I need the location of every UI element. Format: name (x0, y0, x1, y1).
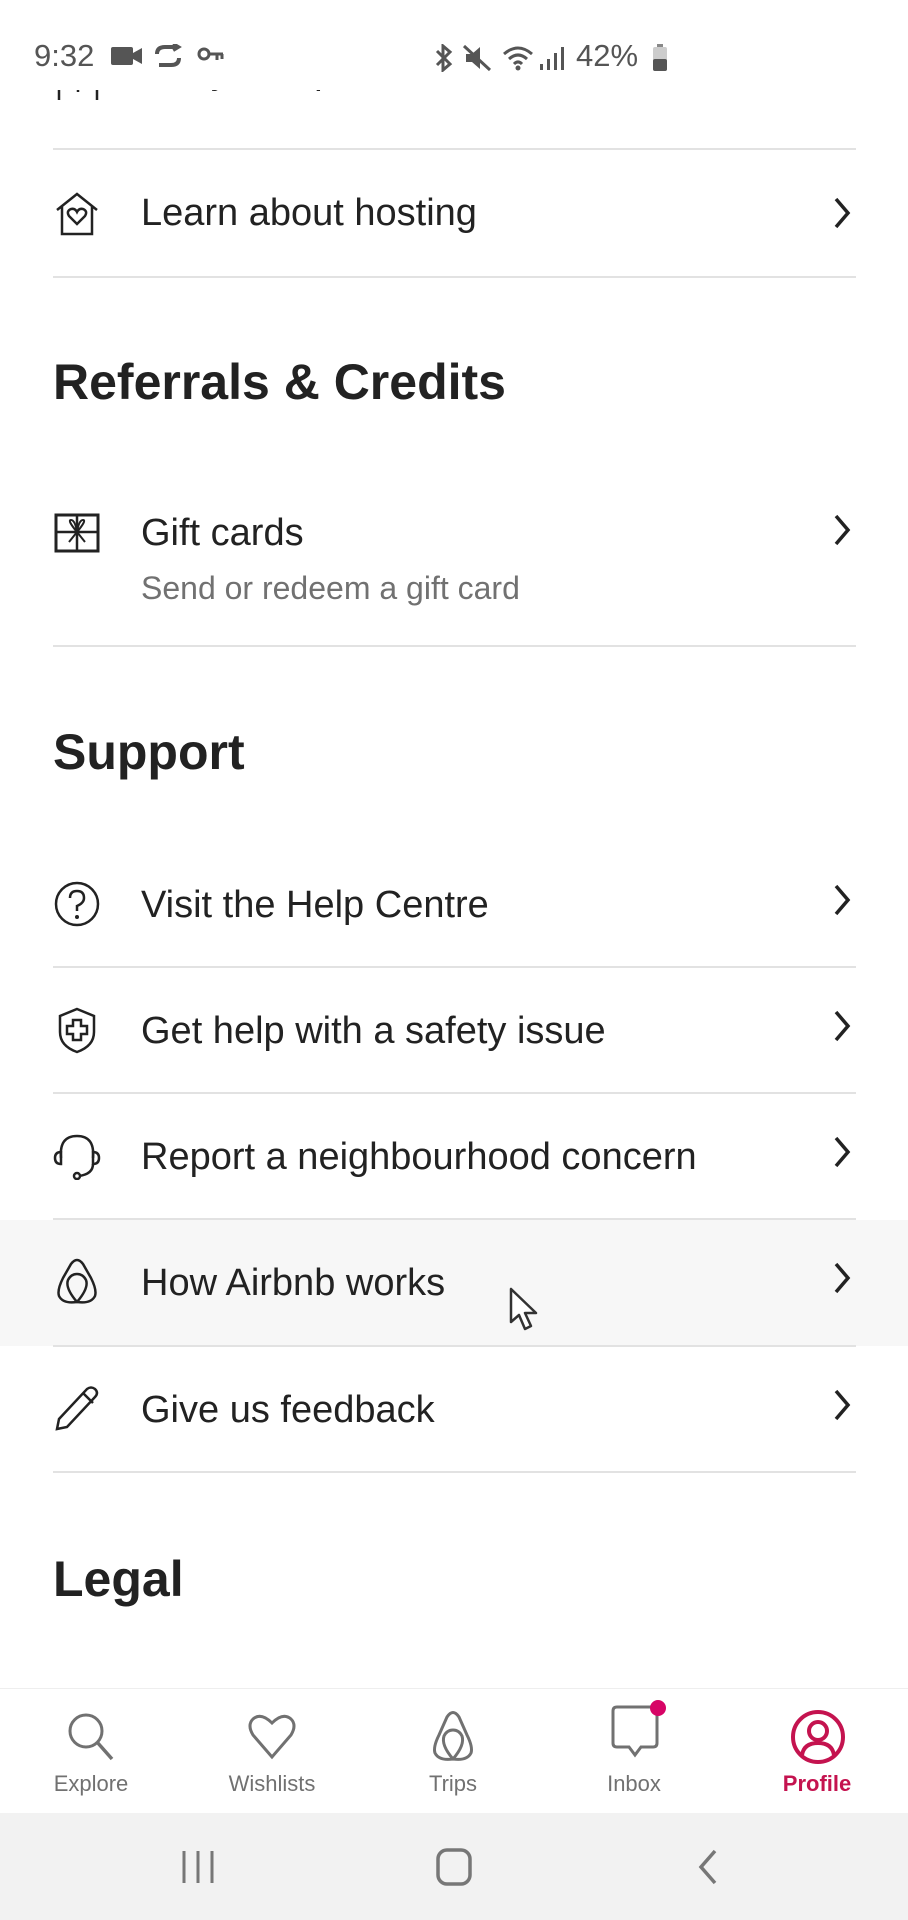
nav-wishlists[interactable]: Wishlists (181, 1689, 363, 1814)
list-item-label: Report a neighbourhood concern (141, 1136, 697, 1178)
chevron-right-icon (834, 1136, 851, 1168)
gift-card-icon (54, 513, 100, 553)
nav-trips[interactable]: Trips (362, 1689, 544, 1814)
bottom-nav: Explore Wishlists Trips Inbox Profile (0, 1688, 908, 1813)
airbnb-logo-icon (433, 1711, 473, 1761)
recents-button[interactable] (180, 1849, 216, 1885)
video-camera-icon (111, 47, 142, 65)
list-item-gift-cards[interactable]: Gift cards Send or redeem a gift card (0, 480, 908, 646)
list-item-give-feedback[interactable]: Give us feedback (0, 1347, 908, 1472)
battery-icon (653, 44, 667, 71)
divider (53, 276, 856, 278)
back-button[interactable] (696, 1849, 720, 1885)
sync-icon (155, 44, 182, 67)
chevron-right-icon (834, 514, 851, 546)
chevron-right-icon (834, 884, 851, 916)
home-button[interactable] (435, 1847, 473, 1887)
chevron-right-icon (834, 197, 851, 229)
wifi-icon (503, 46, 533, 71)
divider (53, 645, 856, 647)
list-item-label: Get help with a safety issue (141, 1010, 606, 1052)
list-item-safety-issue[interactable]: Get help with a safety issue (0, 968, 908, 1093)
list-item-label: How Airbnb works (141, 1262, 446, 1304)
nav-profile[interactable]: Profile (726, 1689, 908, 1814)
question-circle-icon (54, 881, 100, 927)
notification-badge (650, 1700, 666, 1716)
list-item-label: Visit the Help Centre (141, 884, 489, 926)
list-item-how-airbnb-works[interactable]: How Airbnb works (0, 1220, 908, 1346)
nav-explore[interactable]: Explore (0, 1689, 182, 1814)
status-time: 9:32 (34, 38, 95, 73)
chevron-right-icon (834, 1262, 851, 1294)
chevron-right-icon (834, 1389, 851, 1421)
nav-label: Trips (428, 1771, 478, 1796)
mute-icon (462, 44, 492, 72)
house-heart-icon (56, 192, 98, 236)
airbnb-logo-icon (57, 1258, 97, 1304)
nav-label: Explore (53, 1771, 129, 1796)
nav-label: Wishlists (228, 1771, 316, 1796)
signal-icon (540, 47, 564, 70)
nav-label: Inbox (607, 1771, 661, 1796)
list-item-sublabel: Send or redeem a gift card (141, 570, 520, 606)
system-nav-bar (0, 1813, 908, 1920)
profile-icon (791, 1710, 845, 1764)
list-item-label: Give us feedback (141, 1389, 435, 1431)
heart-icon (248, 1714, 296, 1760)
list-item-neighbourhood-concern[interactable]: Report a neighbourhood concern (0, 1094, 908, 1219)
nav-inbox[interactable]: Inbox (543, 1689, 725, 1814)
section-title-referrals: Referrals & Credits (53, 354, 506, 410)
section-title-support: Support (53, 724, 245, 780)
message-icon (611, 1700, 666, 1758)
bluetooth-icon (435, 44, 453, 72)
shield-cross-icon (58, 1007, 96, 1054)
battery-percent: 42% (576, 38, 639, 73)
chevron-right-icon (834, 1010, 851, 1042)
pencil-icon (55, 1386, 99, 1431)
nav-label: Profile (782, 1771, 852, 1796)
list-item-label: Learn about hosting (141, 192, 477, 234)
mouse-cursor-icon (509, 1287, 538, 1331)
search-icon (68, 1713, 114, 1761)
key-icon (197, 47, 224, 61)
list-item-help-centre[interactable]: Visit the Help Centre (0, 840, 908, 967)
divider (53, 1471, 856, 1473)
list-item-label: Gift cards (141, 512, 304, 554)
status-bar: 9:32 42% (0, 0, 908, 90)
list-item-learn-about-hosting[interactable]: Learn about hosting (0, 150, 908, 277)
section-title-legal: Legal (53, 1551, 184, 1607)
headset-icon (53, 1134, 101, 1180)
